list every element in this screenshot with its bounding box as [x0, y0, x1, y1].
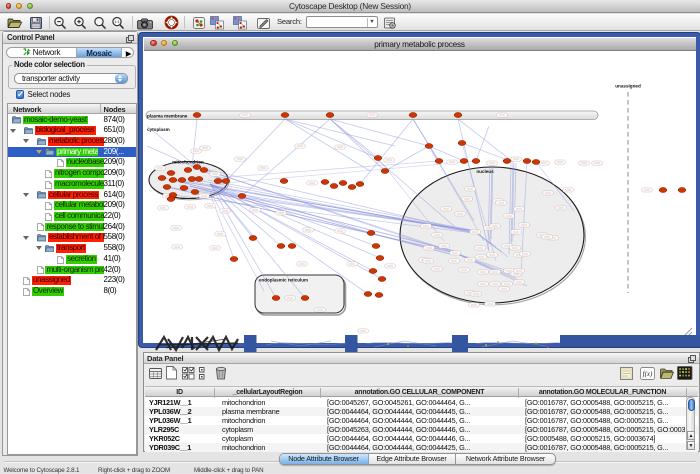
svg-text:mitochondrion: mitochondrion — [172, 160, 204, 165]
svg-text:plasma membrane: plasma membrane — [147, 113, 188, 118]
svg-text:nucleus: nucleus — [476, 169, 494, 174]
svg-text:f(x): f(x) — [643, 370, 653, 378]
svg-text:endoplasmic reticulum: endoplasmic reticulum — [259, 278, 308, 283]
svg-text:unassigned: unassigned — [615, 84, 641, 89]
svg-text:cytoplasm: cytoplasm — [147, 127, 170, 132]
svg-text:1:1: 1:1 — [114, 19, 120, 24]
